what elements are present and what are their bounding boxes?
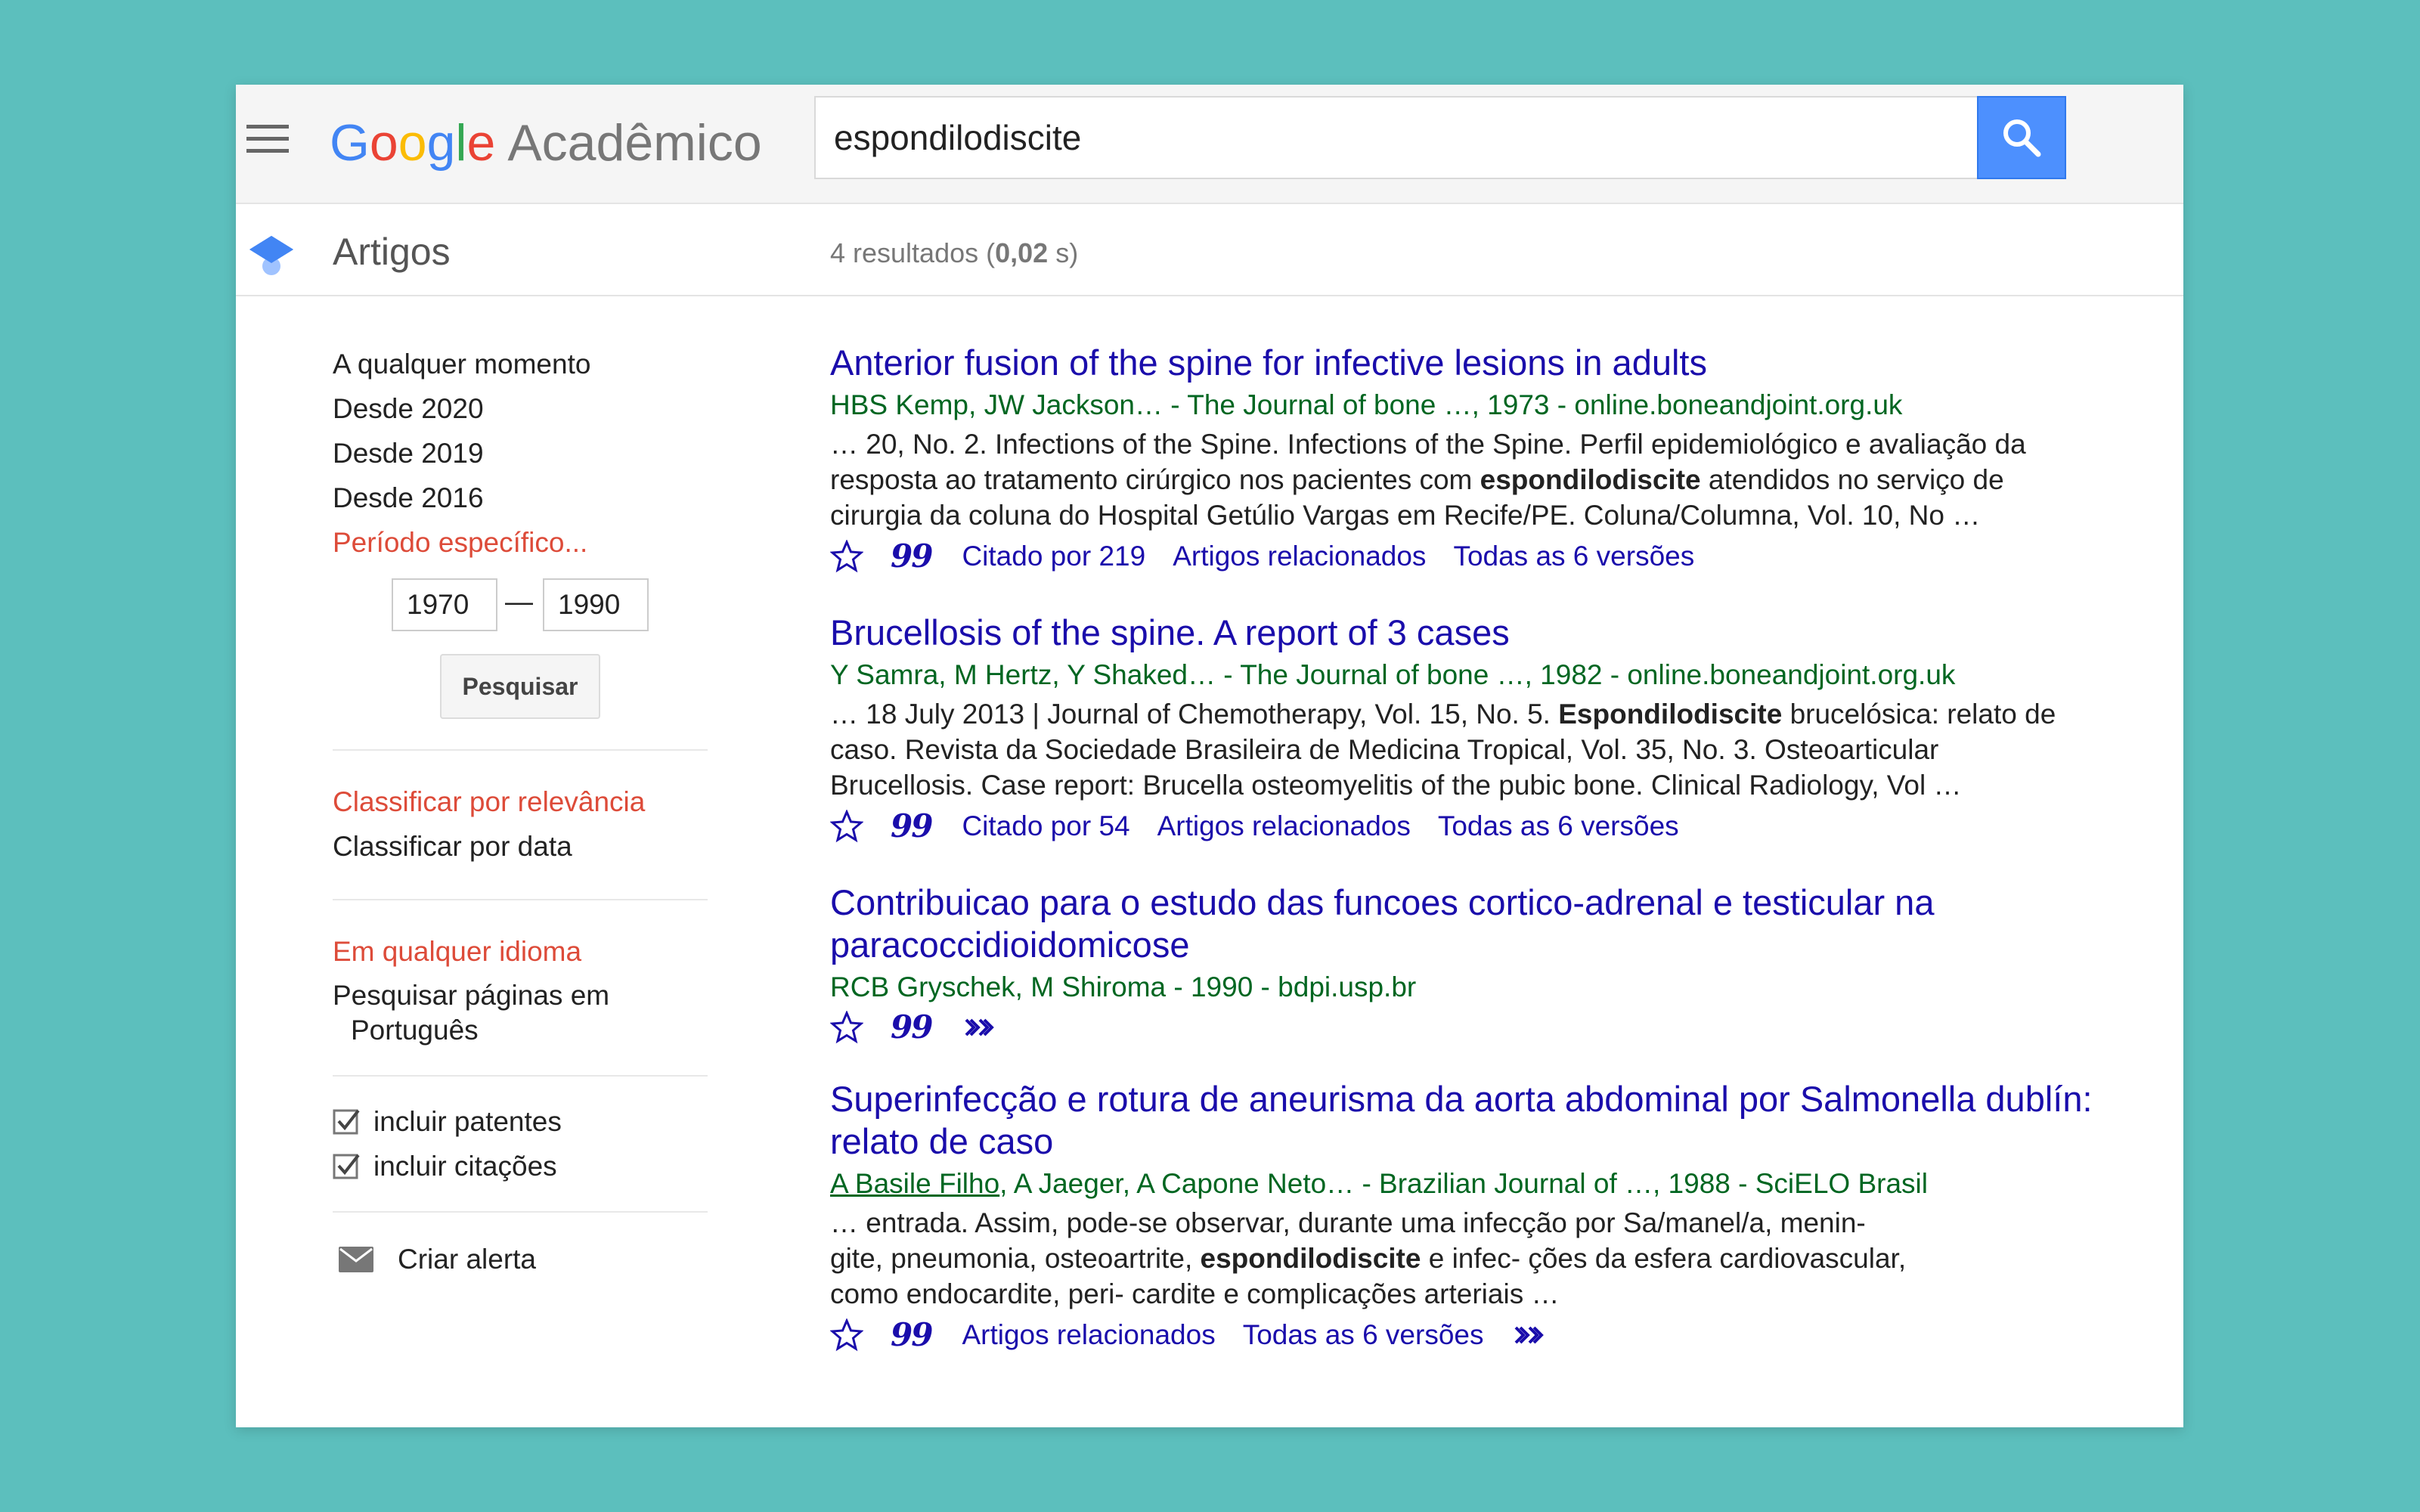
google-scholar-logo[interactable]: Google Acadêmico [330,101,762,184]
result-actions: 99 [830,1009,2183,1046]
language-portuguese-line1: Pesquisar páginas em [333,980,610,1011]
subheader-bar: Artigos 4 resultados (0,02 s) [236,206,2183,296]
sidebar-divider [333,1211,708,1213]
result-snippet: … 20, No. 2. Infections of the Spine. In… [830,429,2026,531]
star-icon [830,1011,863,1044]
double-chevron-icon [965,1018,995,1036]
year-from-input[interactable] [392,578,497,631]
related-articles-link[interactable]: Artigos relacionados [1173,541,1426,572]
star-icon [830,1318,863,1352]
result-item: Contribuicao para o estudo das funcoes c… [830,881,2183,1046]
more-options-button[interactable] [1511,1318,1545,1352]
author-profile-link[interactable]: A Basile Filho [830,1168,999,1199]
cite-quote-icon[interactable]: 99 [891,810,933,843]
include-citations-checkbox[interactable]: incluir citações [333,1144,711,1188]
filter-any-time[interactable]: A qualquer momento [333,342,711,386]
result-actions: 99 Citado por 219 Artigos relacionados T… [830,533,2183,580]
all-versions-link[interactable]: Todas as 6 versões [1243,1319,1484,1351]
year-to-input[interactable] [543,578,649,631]
filter-since-2020[interactable]: Desde 2020 [333,386,711,431]
create-alert-link[interactable]: Criar alerta [333,1237,711,1281]
checkbox-checked-icon [333,1154,360,1179]
cite-quote-icon[interactable]: 99 [891,540,933,573]
cited-by-link[interactable]: Citado por 219 [962,541,1145,572]
result-title-link[interactable]: Superinfecção e rotura de aneurisma da a… [830,1078,2183,1163]
filter-since-2019[interactable]: Desde 2019 [333,431,711,476]
sidebar-divider [333,749,708,751]
hamburger-menu-icon[interactable] [246,118,289,160]
scholar-window: Google Acadêmico Artigos 4 resultados (0… [236,85,2183,1427]
graduation-cap-icon [249,236,293,275]
save-star-button[interactable] [830,810,863,843]
search-icon [2003,119,2041,157]
double-chevron-icon [1514,1326,1544,1344]
search-input[interactable] [816,98,1995,178]
logo-product-name: Acadêmico [507,114,762,172]
search-button[interactable] [1977,96,2066,179]
search-box [814,96,2066,179]
filter-since-2016[interactable]: Desde 2016 [333,476,711,520]
result-title-link[interactable]: Contribuicao para o estudo das funcoes c… [830,881,2183,966]
related-articles-link[interactable]: Artigos relacionados [962,1319,1215,1351]
save-star-button[interactable] [830,1318,863,1352]
create-alert-label: Criar alerta [398,1243,536,1275]
cited-by-link[interactable]: Citado por 54 [962,810,1129,842]
result-meta: A Basile Filho, A Jaeger, A Capone Neto…… [830,1168,1928,1199]
include-patents-checkbox[interactable]: incluir patentes [333,1099,711,1144]
result-meta: HBS Kemp, JW Jackson… - The Journal of b… [830,389,1903,420]
checkbox-checked-icon [333,1109,360,1134]
more-options-button[interactable] [962,1011,995,1044]
cite-quote-icon[interactable]: 99 [891,1318,933,1352]
year-separator: — [505,586,533,617]
result-stats: 4 resultados (0,02 s) [830,237,1079,268]
all-versions-link[interactable]: Todas as 6 versões [1438,810,1679,842]
range-search-button[interactable]: Pesquisar [440,654,600,719]
all-versions-link[interactable]: Todas as 6 versões [1453,541,1694,572]
result-item: Superinfecção e rotura de aneurisma da a… [830,1078,2183,1359]
star-icon [830,540,863,573]
result-title-link[interactable]: Anterior fusion of the spine for infecti… [830,342,2183,384]
result-snippet: … 18 July 2013 | Journal of Chemotherapy… [830,699,2056,801]
language-portuguese-line2: Português [351,1015,479,1046]
result-actions: 99 Citado por 54 Artigos relacionados To… [830,803,2183,850]
sort-by-relevance[interactable]: Classificar por relevância [333,779,711,824]
include-patents-label: incluir patentes [373,1105,562,1137]
language-any[interactable]: Em qualquer idioma [333,929,711,974]
result-item: Brucellosis of the spine. A report of 3 … [830,612,2183,850]
sidebar-divider [333,899,708,900]
include-citations-label: incluir citações [373,1150,557,1182]
result-snippet: … entrada. Assim, pode-se observar, dura… [830,1207,1907,1309]
envelope-icon [339,1246,373,1272]
result-item: Anterior fusion of the spine for infecti… [830,342,2183,580]
sidebar-divider [333,1075,708,1077]
year-range: — [333,578,711,642]
results-list: Anterior fusion of the spine for infecti… [830,342,2183,1390]
sort-by-date[interactable]: Classificar por data [333,824,711,869]
result-meta: RCB Gryschek, M Shiroma - 1990 - bdpi.us… [830,971,1417,1002]
language-portuguese[interactable]: Pesquisar páginas em Português [333,978,711,1048]
result-actions: 99 Artigos relacionados Todas as 6 versõ… [830,1312,2183,1359]
result-title-link[interactable]: Brucellosis of the spine. A report of 3 … [830,612,2183,654]
cite-quote-icon[interactable]: 99 [891,1011,933,1044]
sidebar-filters: A qualquer momento Desde 2020 Desde 2019… [333,342,711,1281]
result-meta: Y Samra, M Hertz, Y Shaked… - The Journa… [830,659,1956,690]
save-star-button[interactable] [830,540,863,573]
top-header: Google Acadêmico [236,85,2183,204]
filter-custom-range[interactable]: Período específico... [333,520,711,565]
related-articles-link[interactable]: Artigos relacionados [1157,810,1411,842]
save-star-button[interactable] [830,1011,863,1044]
star-icon [830,810,863,843]
section-title: Artigos [333,231,451,273]
